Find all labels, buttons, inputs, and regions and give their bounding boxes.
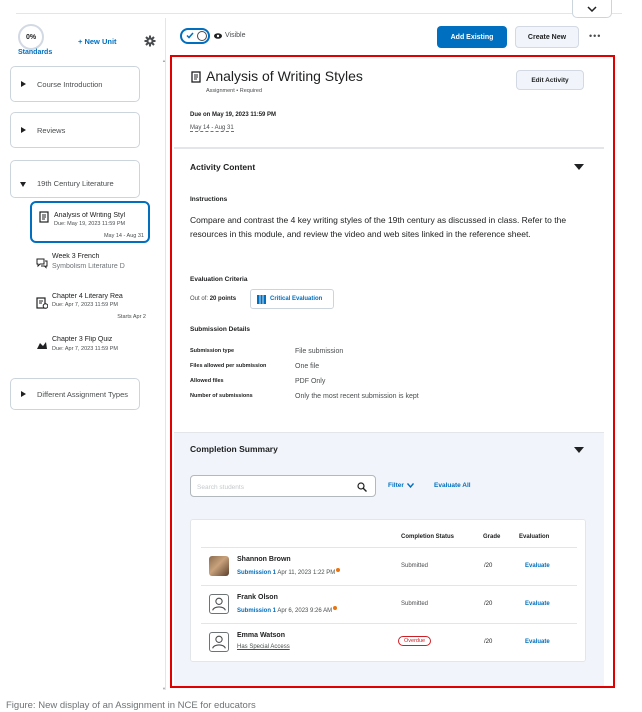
check-icon — [186, 32, 194, 39]
item-title-line2: Symbolism Literature D — [52, 263, 125, 270]
unit-label: Different Assignment Types — [37, 389, 129, 399]
scroll-down-icon[interactable]: ▼ — [162, 686, 166, 691]
unit-label: Reviews — [37, 125, 66, 135]
sidebar-item-analysis-of-writing-styles[interactable]: Analysis of Writing Styl Due: May 19, 20… — [30, 201, 150, 243]
activity-toolbar: Visible Add Existing Create New ••• — [172, 24, 612, 50]
top-strip — [16, 0, 622, 18]
sidebar-item-chapter-3-flip-quiz[interactable]: Chapter 3 Flip Quiz Due: Apr 7, 2023 11:… — [30, 336, 150, 358]
visibility-toggle[interactable] — [180, 28, 210, 44]
caret-down-icon — [19, 180, 27, 188]
gear-icon[interactable] — [144, 35, 156, 47]
item-title: Analysis of Writing Styl — [54, 212, 126, 219]
item-due: Due: May 19, 2023 11:59 PM — [54, 221, 126, 227]
main-scrollbar[interactable] — [611, 58, 615, 688]
eye-icon — [214, 33, 222, 39]
sidebar-header: 0% Standards + New Unit — [6, 18, 166, 62]
caret-right-icon — [19, 390, 27, 398]
progress-circle: 0% — [18, 24, 44, 50]
item-title: Chapter 3 Flip Quiz — [52, 336, 113, 343]
unit-reviews[interactable]: Reviews — [10, 112, 140, 148]
sidebar-item-week-3-french[interactable]: Week 3 French Symbolism Literature D — [30, 253, 150, 279]
standards-link[interactable]: Standards — [18, 49, 52, 56]
unit-course-introduction[interactable]: Course Introduction — [10, 66, 140, 102]
unit-label: Course Introduction — [37, 79, 103, 89]
item-title: Week 3 French — [52, 253, 100, 260]
toggle-knob — [197, 31, 207, 41]
assignment-hidden-icon — [36, 297, 48, 309]
quiz-icon — [37, 342, 47, 349]
item-date-range: May 14 - Aug 31 — [103, 233, 144, 239]
caret-right-icon — [19, 126, 27, 134]
visibility-label: Visible — [225, 32, 246, 39]
unit-label: 19th Century Literature — [37, 179, 114, 188]
new-unit-button[interactable]: + New Unit — [78, 37, 117, 46]
figure-caption: Figure: New display of an Assignment in … — [6, 700, 256, 711]
unit-19th-century-literature[interactable]: 19th Century Literature — [10, 160, 140, 198]
highlight-frame — [170, 55, 615, 688]
discussion-icon — [36, 258, 48, 269]
item-due: Due: Apr 7, 2023 11:59 PM — [52, 346, 118, 352]
item-title: Chapter 4 Literary Rea — [52, 293, 123, 300]
chevron-down-icon — [587, 5, 597, 12]
more-options-button[interactable]: ••• — [589, 31, 601, 41]
collapse-header-button[interactable] — [572, 0, 612, 18]
item-due: Due: Apr 7, 2023 11:59 PM — [52, 302, 118, 308]
sidebar-item-chapter-4-literary[interactable]: Chapter 4 Literary Rea Due: Apr 7, 2023 … — [30, 293, 150, 323]
sidebar-scrollbar[interactable]: ▲ ▼ — [162, 58, 166, 691]
scroll-up-icon[interactable]: ▲ — [162, 58, 166, 63]
create-new-button[interactable]: Create New — [515, 26, 579, 48]
add-existing-button[interactable]: Add Existing — [437, 26, 507, 48]
unit-different-assignment-types[interactable]: Different Assignment Types — [10, 378, 140, 410]
assignment-icon — [39, 211, 49, 223]
caret-right-icon — [19, 80, 27, 88]
item-start-date: Starts Apr 2 — [117, 314, 146, 320]
